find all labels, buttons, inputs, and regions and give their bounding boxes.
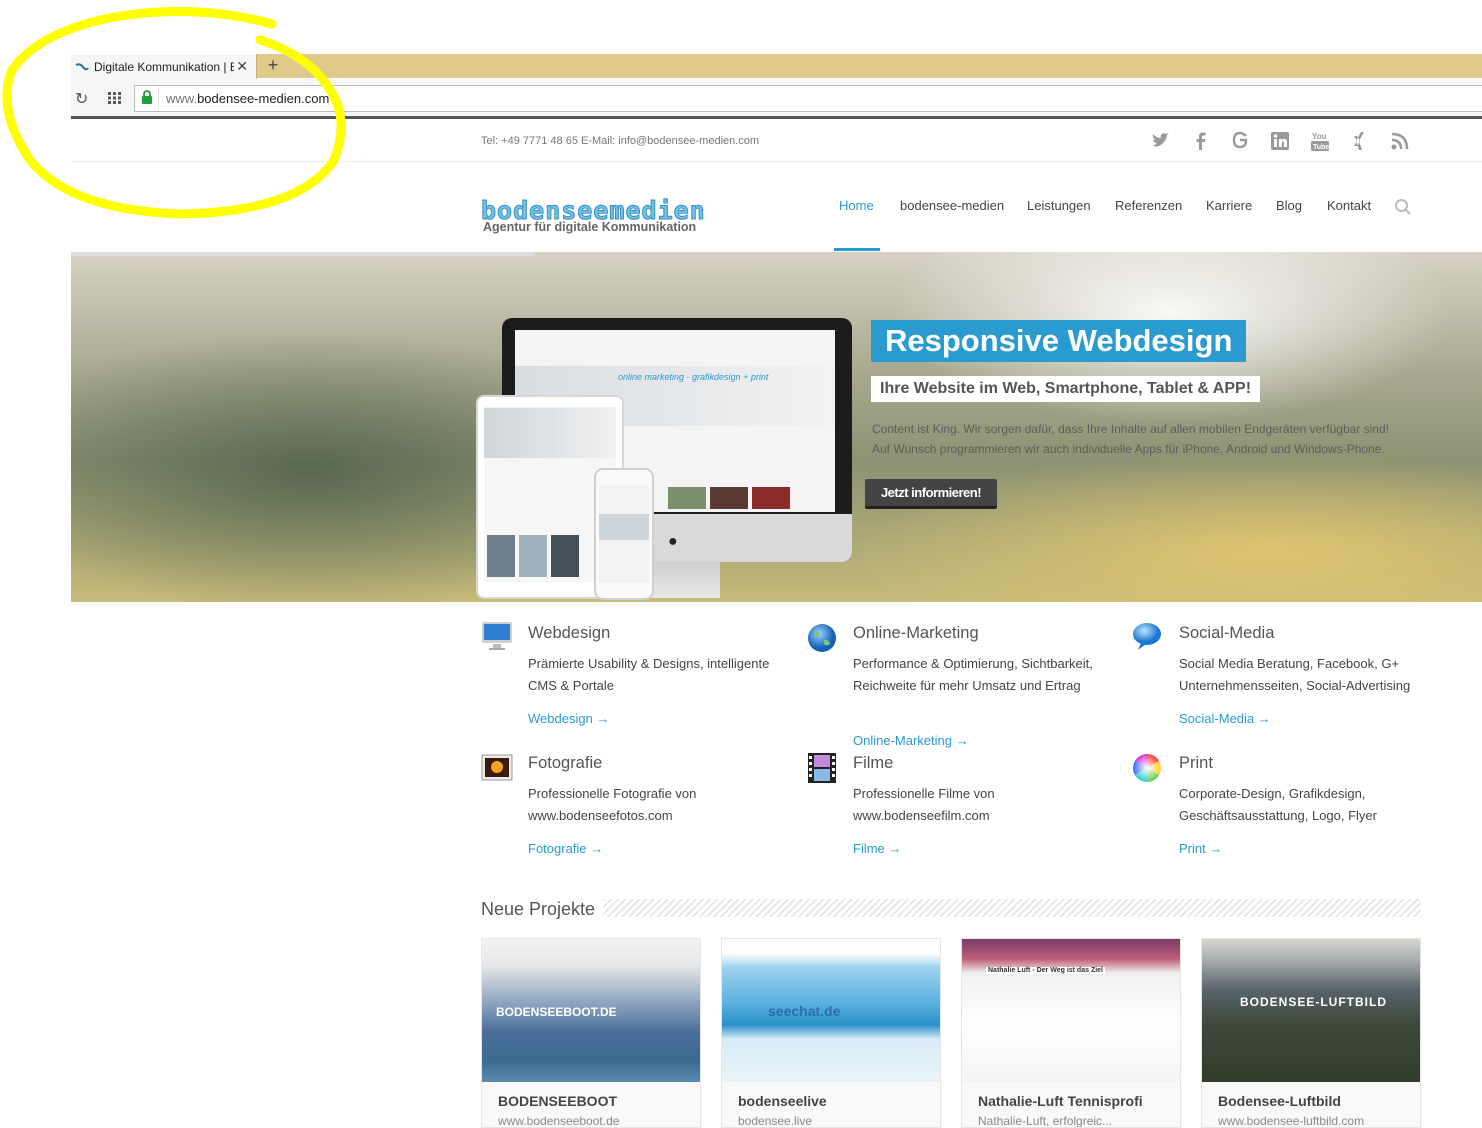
imac-screen-thumb [752, 487, 790, 509]
service-text-print: Corporate-Design, Grafikdesign, Geschäft… [1179, 786, 1377, 823]
project-subtitle: www.bodensee-luftbild.com [1218, 1114, 1365, 1128]
lock-icon [142, 90, 152, 104]
project-image[interactable] [1202, 939, 1420, 1082]
tablet-thumb [551, 535, 579, 577]
hero-text-line: Content ist King. Wir sorgen dafür, dass… [872, 422, 1389, 436]
project-card-bodensee-luftbild[interactable]: BODENSEE-LUFTBILD Bodensee-Luftbild www.… [1201, 938, 1421, 1128]
contact-info: Tel: +49 7771 48 65 E-Mail: info@bodense… [481, 135, 760, 147]
nav-referenzen[interactable]: Referenzen [1115, 198, 1182, 213]
service-link-fotografie[interactable]: Fotografie → [528, 841, 603, 856]
nav-kontakt[interactable]: Kontakt [1327, 198, 1371, 213]
twitter-icon[interactable] [1150, 130, 1172, 152]
imac-screen-handwriting: online marketing · grafikdesign + print [618, 372, 769, 382]
service-link-print[interactable]: Print → [1179, 841, 1222, 856]
nav-leistungen[interactable]: Leistungen [1027, 198, 1091, 213]
service-text-filme: Professionelle Filme von www.bodenseefil… [853, 786, 995, 823]
address-bar[interactable] [134, 85, 1482, 112]
project-title[interactable]: BODENSEEBOOT [498, 1093, 617, 1109]
nav-bodensee-medien[interactable]: bodensee-medien [900, 198, 1004, 213]
nav-blog[interactable]: Blog [1276, 198, 1302, 213]
speech-bubble-icon [1133, 623, 1161, 650]
facebook-icon[interactable] [1190, 130, 1212, 152]
phone-screen-hero [599, 514, 649, 540]
project-card-bodenseelive[interactable]: seechat.de bodenseelive bodensee.live [721, 938, 941, 1128]
svg-text:Tube: Tube [1313, 144, 1329, 151]
service-link-webdesign[interactable]: Webdesign → [528, 711, 609, 726]
nav-home[interactable]: Home [839, 198, 874, 213]
monitor-icon [482, 622, 512, 650]
url-text[interactable]: www.bodensee-medien.com [166, 91, 329, 106]
hero-subtitle: Ihre Website im Web, Smartphone, Tablet … [871, 376, 1261, 402]
project-subtitle: www.bodenseeboot.de [498, 1114, 620, 1128]
apps-grid-icon[interactable] [108, 92, 122, 104]
tablet-screen-hero [484, 408, 616, 458]
service-link-filme[interactable]: Filme → [853, 841, 901, 856]
tablet-thumb [487, 535, 515, 577]
nav-karriere[interactable]: Karriere [1206, 198, 1252, 213]
project-image-caption: seechat.de [768, 1003, 841, 1019]
jetzt-informieren-button[interactable]: Jetzt informieren! [865, 479, 997, 509]
reload-icon[interactable]: ↻ [75, 89, 88, 109]
new-tab-button[interactable]: + [262, 54, 284, 78]
film-icon [808, 753, 836, 783]
svg-text:You: You [1312, 132, 1327, 141]
section-title-stripes [603, 899, 1421, 917]
service-link-online-marketing[interactable]: Online-Marketing → [853, 733, 969, 748]
service-title-webdesign: Webdesign [528, 624, 611, 642]
service-title-social-media: Social-Media [1179, 624, 1275, 642]
url-domain: bodensee-medien.com [197, 91, 330, 106]
tab-title: Digitale Kommunikation | B [94, 59, 234, 74]
rss-icon[interactable] [1389, 130, 1411, 152]
project-image[interactable] [962, 939, 1180, 1082]
browser-tab[interactable]: Digitale Kommunikation | B ✕ [71, 54, 257, 79]
service-text-social-media: Social Media Beratung, Facebook, G+ Unte… [1179, 656, 1411, 693]
youtube-icon[interactable]: You Tube [1309, 130, 1331, 152]
url-prefix: www. [166, 91, 198, 106]
project-title[interactable]: Bodensee-Luftbild [1218, 1093, 1341, 1109]
hero-text-line: Auf Wunsch programmieren wir auch indivi… [872, 442, 1385, 456]
section-title-neue-projekte: Neue Projekte [481, 899, 596, 919]
project-card-nathalie-luft[interactable]: Nathalie Luft - Der Weg ist das Ziel Nat… [961, 938, 1181, 1128]
tablet-thumb [519, 535, 547, 577]
photo-icon [481, 754, 513, 781]
logo-tagline: Agentur für digitale Kommunikation [483, 220, 697, 234]
globe-icon [808, 624, 836, 652]
imac-screen-thumb [668, 487, 706, 509]
project-card-bodenseeboot[interactable]: BODENSEEBOOT.DE BODENSEEBOOT www.bodense… [481, 938, 701, 1128]
service-text-webdesign: Prämierte Usability & Designs, intellige… [528, 656, 770, 693]
service-title-online-marketing: Online-Marketing [853, 624, 979, 642]
color-wheel-icon [1133, 754, 1161, 782]
tab-close-icon[interactable]: ✕ [236, 58, 248, 75]
yellow-annotation-circle [2, 7, 346, 219]
hero-text: Content ist King. Wir sorgen dafür, dass… [872, 419, 1452, 459]
service-text-fotografie: Professionelle Fotografie von www.bodens… [528, 786, 697, 823]
project-title[interactable]: bodenseelive [738, 1093, 827, 1109]
project-image-caption: Nathalie Luft - Der Weg ist das Ziel [986, 967, 1106, 974]
service-text-online-marketing: Performance & Optimierung, Sichtbarkeit,… [853, 656, 1093, 693]
project-image-caption: BODENSEEBOOT.DE [496, 1005, 617, 1019]
project-subtitle: Nathalie-Luft, erfolgreic... [978, 1114, 1113, 1128]
apple-logo-icon: ● [668, 533, 678, 550]
google-plus-icon[interactable] [1230, 130, 1252, 152]
hero-title: Responsive Webdesign [871, 320, 1247, 362]
nav-active-indicator [834, 248, 880, 251]
project-title[interactable]: Nathalie-Luft Tennisprofi [978, 1093, 1143, 1109]
xing-icon[interactable] [1349, 130, 1371, 152]
service-title-filme: Filme [853, 754, 894, 772]
service-title-print: Print [1179, 754, 1213, 772]
project-subtitle: bodensee.live [738, 1114, 813, 1128]
address-separator [158, 87, 159, 109]
imac-screen-thumb [710, 487, 748, 509]
service-link-social-media[interactable]: Social-Media → [1179, 711, 1271, 726]
project-image-caption: BODENSEE-LUFTBILD [1240, 995, 1387, 1009]
site-favicon-icon [75, 62, 89, 70]
linkedin-icon[interactable] [1269, 130, 1291, 152]
search-icon[interactable] [1394, 198, 1412, 216]
header-progress-line [71, 252, 535, 256]
service-title-fotografie: Fotografie [528, 754, 603, 772]
